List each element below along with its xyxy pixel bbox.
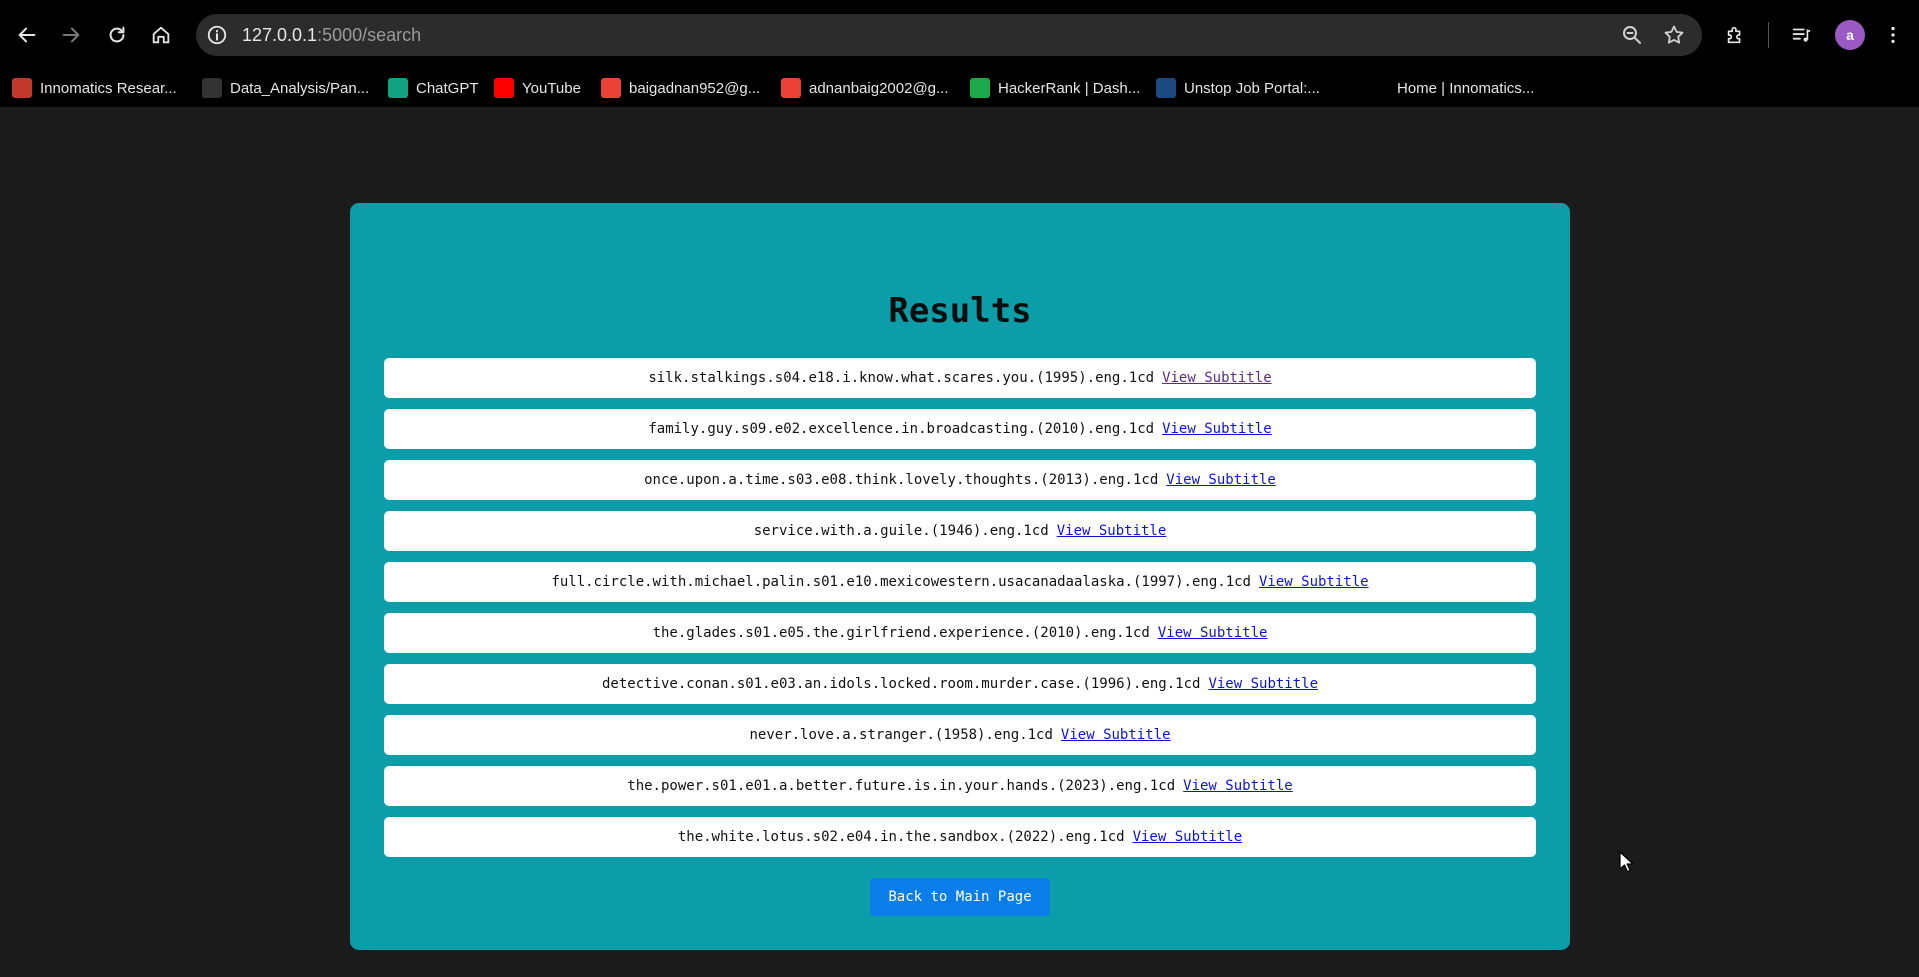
- profile-avatar[interactable]: a: [1835, 20, 1865, 50]
- bookmark-item[interactable]: Data_Analysis/Pan...: [202, 74, 369, 102]
- back-to-main-button[interactable]: Back to Main Page: [870, 878, 1050, 916]
- arrow-left-icon: [18, 27, 36, 43]
- result-row: never.love.a.stranger.(1958).eng.1cd View…: [384, 715, 1536, 755]
- gmail-icon: [601, 78, 621, 98]
- view-subtitle-link[interactable]: View Subtitle: [1166, 472, 1276, 488]
- result-row: the.white.lotus.s02.e04.in.the.sandbox.(…: [384, 817, 1536, 857]
- browser-menu-button[interactable]: [1876, 18, 1910, 52]
- view-subtitle-link[interactable]: View Subtitle: [1057, 523, 1167, 539]
- kebab-menu-icon: [1891, 26, 1895, 44]
- url-text[interactable]: 127.0.0.1:5000/search: [242, 25, 421, 46]
- subtitle-name: the.power.s01.e01.a.better.future.is.in.…: [627, 778, 1176, 794]
- results-list: silk.stalkings.s04.e18.i.know.what.scare…: [384, 358, 1536, 868]
- arrow-right-icon: [62, 27, 80, 43]
- bookmark-item[interactable]: HackerRank | Dash...: [970, 74, 1140, 102]
- view-subtitle-link[interactable]: View Subtitle: [1162, 421, 1272, 437]
- page-content: Results silk.stalkings.s04.e18.i.know.wh…: [0, 107, 1919, 977]
- bookmark-item[interactable]: Home | Innomatics...: [1369, 74, 1534, 102]
- bookmark-item[interactable]: Innomatics Resear...: [12, 74, 177, 102]
- bookmark-item[interactable]: YouTube: [494, 74, 581, 102]
- bookmark-label: adnanbaig2002@g...: [809, 79, 949, 97]
- forward-nav-button[interactable]: [54, 18, 88, 52]
- result-row: silk.stalkings.s04.e18.i.know.what.scare…: [384, 358, 1536, 398]
- bookmark-label: HackerRank | Dash...: [998, 79, 1141, 97]
- page-title: Results: [888, 291, 1032, 331]
- bookmarks-bar: Innomatics Resear... Data_Analysis/Pan...…: [0, 70, 1919, 107]
- reload-button[interactable]: [100, 18, 134, 52]
- bookmark-label: Unstop Job Portal:...: [1184, 79, 1320, 97]
- innomatics-icon: [12, 78, 32, 98]
- site-info-icon[interactable]: [206, 24, 228, 46]
- result-row: the.glades.s01.e05.the.girlfriend.experi…: [384, 613, 1536, 653]
- youtube-icon: [494, 78, 514, 98]
- mouse-cursor-icon: [1619, 851, 1634, 873]
- bookmark-item[interactable]: adnanbaig2002@g...: [781, 74, 949, 102]
- view-subtitle-link[interactable]: View Subtitle: [1061, 727, 1171, 743]
- media-controls-button[interactable]: [1784, 18, 1818, 52]
- bookmark-label: baigadnan952@g...: [629, 79, 761, 97]
- github-icon: [202, 78, 222, 98]
- subtitle-name: the.white.lotus.s02.e04.in.the.sandbox.(…: [677, 829, 1125, 845]
- url-path: :5000/search: [317, 25, 422, 45]
- bookmark-label: YouTube: [522, 79, 581, 97]
- gmail-icon: [781, 78, 801, 98]
- result-row: once.upon.a.time.s03.e08.think.lovely.th…: [384, 460, 1536, 500]
- bookmark-label: Data_Analysis/Pan...: [230, 79, 370, 97]
- view-subtitle-link[interactable]: View Subtitle: [1259, 574, 1369, 590]
- bookmark-item[interactable]: baigadnan952@g...: [601, 74, 760, 102]
- view-subtitle-link[interactable]: View Subtitle: [1183, 778, 1293, 794]
- view-subtitle-link[interactable]: View Subtitle: [1208, 676, 1318, 692]
- playlist-icon: [1792, 28, 1811, 42]
- result-row: family.guy.s09.e02.excellence.in.broadca…: [384, 409, 1536, 449]
- subtitle-name: family.guy.s09.e02.excellence.in.broadca…: [648, 421, 1155, 437]
- bookmark-item[interactable]: Unstop Job Portal:...: [1156, 74, 1320, 102]
- subtitle-name: the.glades.s01.e05.the.girlfriend.experi…: [652, 625, 1150, 641]
- bookmark-label: Home | Innomatics...: [1397, 79, 1535, 97]
- chatgpt-icon: [388, 78, 408, 98]
- home-button[interactable]: [144, 18, 178, 52]
- avatar-letter: a: [1846, 27, 1854, 43]
- url-host: 127.0.0.1: [242, 25, 318, 45]
- subtitle-name: detective.conan.s01.e03.an.idols.locked.…: [601, 676, 1201, 692]
- bookmark-star-icon[interactable]: [1662, 23, 1686, 47]
- results-card: Results silk.stalkings.s04.e18.i.know.wh…: [350, 203, 1570, 950]
- subtitle-name: service.with.a.guile.(1946).eng.1cd: [753, 523, 1049, 539]
- result-row: detective.conan.s01.e03.an.idols.locked.…: [384, 664, 1536, 704]
- bookmark-label: Innomatics Resear...: [40, 79, 177, 97]
- view-subtitle-link[interactable]: View Subtitle: [1162, 370, 1272, 386]
- zoom-icon[interactable]: [1620, 23, 1644, 47]
- address-bar[interactable]: 127.0.0.1:5000/search: [196, 14, 1702, 56]
- toolbar-divider: [1768, 22, 1769, 48]
- result-row: the.power.s01.e01.a.better.future.is.in.…: [384, 766, 1536, 806]
- unstop-icon: [1156, 78, 1176, 98]
- result-row: full.circle.with.michael.palin.s01.e10.m…: [384, 562, 1536, 602]
- back-nav-button[interactable]: [10, 18, 44, 52]
- bookmark-item[interactable]: ChatGPT: [388, 74, 479, 102]
- subtitle-name: full.circle.with.michael.palin.s01.e10.m…: [551, 574, 1251, 590]
- puzzle-icon: [1727, 26, 1741, 44]
- reload-icon: [109, 26, 125, 43]
- view-subtitle-link[interactable]: View Subtitle: [1158, 625, 1268, 641]
- view-subtitle-link[interactable]: View Subtitle: [1133, 829, 1243, 845]
- hackerrank-icon: [970, 78, 990, 98]
- bookmark-label: ChatGPT: [416, 79, 479, 97]
- browser-toolbar: 127.0.0.1:5000/search a: [0, 0, 1919, 70]
- innomatics-home-icon: [1369, 78, 1389, 98]
- subtitle-name: once.upon.a.time.s03.e08.think.lovely.th…: [644, 472, 1159, 488]
- extensions-button[interactable]: [1718, 18, 1752, 52]
- result-row: service.with.a.guile.(1946).eng.1cd View …: [384, 511, 1536, 551]
- subtitle-name: silk.stalkings.s04.e18.i.know.what.scare…: [648, 370, 1155, 386]
- home-icon: [152, 26, 170, 44]
- subtitle-name: never.love.a.stranger.(1958).eng.1cd: [749, 727, 1053, 743]
